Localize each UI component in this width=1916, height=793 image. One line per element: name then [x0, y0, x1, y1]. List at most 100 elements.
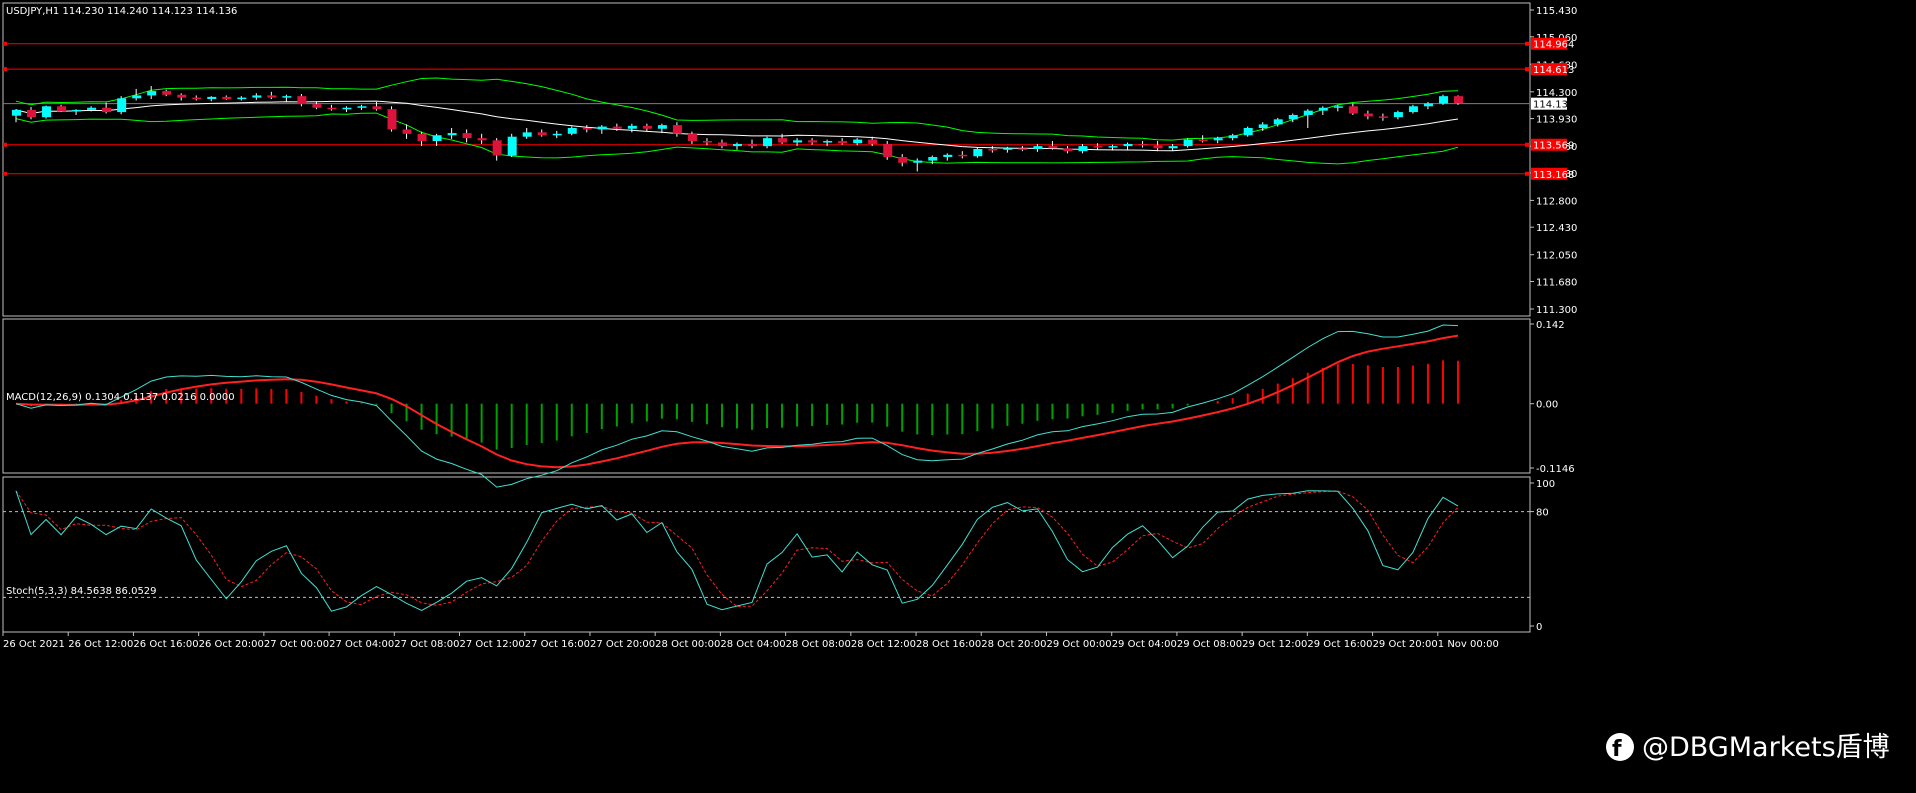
time-tick-label: 29 Oct 04:00 [1112, 639, 1177, 650]
candle-body [853, 139, 863, 144]
macd-tick-label: -0.1146 [1536, 464, 1575, 475]
candle-body [627, 125, 637, 129]
time-tick-label: 26 Oct 2021 [3, 639, 65, 650]
level-price-label: 114.613 [1533, 65, 1574, 76]
chart-frames [2, 2, 1531, 633]
candle-body [282, 96, 292, 98]
level-anchor [1525, 67, 1529, 72]
candle-body [207, 96, 217, 100]
candle-body [147, 91, 157, 96]
level-anchor [3, 171, 7, 176]
candle-body [267, 95, 277, 98]
candle-body [27, 109, 37, 118]
candle-body [1198, 139, 1208, 142]
candle-body [612, 126, 622, 129]
level-anchor [3, 67, 7, 72]
candle-body [733, 143, 742, 147]
price-tick-label: 114.300 [1536, 88, 1577, 99]
candle-body [432, 135, 442, 142]
candle-body [1303, 110, 1313, 115]
candle-body [57, 106, 67, 112]
candle-body [763, 138, 773, 147]
time-tick-label: 26 Oct 20:00 [199, 639, 264, 650]
level-anchor [3, 142, 7, 147]
candle-body [1228, 135, 1238, 139]
level-price-label: 113.569 [1533, 141, 1574, 152]
candle-body [988, 149, 998, 151]
candle-body [898, 156, 908, 163]
candle-body [823, 141, 833, 143]
candle-body [1273, 119, 1283, 125]
candle-body [1438, 96, 1448, 104]
candle-body [1333, 106, 1343, 108]
stoch-main-line [15, 490, 1459, 612]
time-tick-label: 27 Oct 16:00 [525, 639, 590, 650]
level-price-label: 113.168 [1533, 170, 1574, 181]
level-anchor [1525, 41, 1529, 46]
candle-body [177, 94, 187, 98]
candle-body [552, 133, 562, 136]
stochastic-panel[interactable] [3, 490, 1530, 612]
time-tick-label: 27 Oct 04:00 [329, 639, 394, 650]
candle-body [1454, 96, 1463, 104]
candle-body [1288, 114, 1298, 120]
candle-body [252, 95, 262, 98]
candle-body [1318, 107, 1328, 111]
time-tick-label: 29 Oct 20:00 [1373, 639, 1438, 650]
candle-body [657, 125, 667, 129]
macd-panel[interactable] [15, 324, 1459, 488]
candle-body [72, 109, 82, 112]
candle-body [1048, 146, 1058, 149]
candle-body [522, 132, 532, 137]
bollinger-upper-band [15, 77, 1459, 141]
time-tick-label: 27 Oct 20:00 [590, 639, 655, 650]
price-panel[interactable] [3, 41, 1530, 176]
candle-body [1393, 112, 1403, 118]
current-price-label: 114.136 [1533, 100, 1574, 111]
candle-body [1168, 146, 1178, 149]
time-tick-label: 28 Oct 08:00 [786, 639, 851, 650]
time-tick-label: 28 Oct 12:00 [851, 639, 916, 650]
candle-body [237, 97, 247, 100]
panel-frame [2, 476, 1531, 633]
time-tick-label: 28 Oct 16:00 [916, 639, 981, 650]
candle-body [672, 125, 682, 134]
stochastic-header: Stoch(5,3,3) 84.5638 86.0529 [6, 586, 157, 597]
candle-body [1063, 148, 1073, 152]
stoch-tick-label: 100 [1536, 479, 1555, 490]
stoch-tick-label: 80 [1536, 508, 1549, 519]
candle-body [582, 128, 592, 130]
price-tick-label: 115.430 [1536, 6, 1577, 17]
time-tick-label: 29 Oct 00:00 [1046, 639, 1111, 650]
watermark: f @DBGMarkets盾博 [1606, 732, 1890, 763]
weibo-logo-glyph: f [1612, 737, 1622, 762]
macd-header: MACD(12,26,9) 0.1304 0.1137 0.0216 0.000… [6, 392, 235, 403]
time-tick-label: 27 Oct 00:00 [264, 639, 329, 650]
candle-body [447, 133, 457, 136]
candle-body [1153, 145, 1163, 149]
stoch-tick-label: 0 [1536, 622, 1542, 633]
candle-body [477, 138, 487, 141]
candle-body [387, 109, 397, 130]
candle-body [492, 140, 502, 156]
candle-body [402, 129, 412, 134]
level-anchor [3, 41, 7, 46]
candle-body [943, 154, 953, 157]
candle-body [687, 133, 697, 142]
candle-body [567, 128, 577, 134]
candle-body [748, 143, 758, 147]
panel-frame [2, 2, 1531, 317]
candle-body [1363, 113, 1373, 117]
candle-body [1078, 146, 1088, 152]
candle-body [327, 107, 337, 110]
time-tick-label: 28 Oct 04:00 [720, 639, 785, 650]
candle-body [372, 106, 382, 110]
time-tick-label: 26 Oct 12:00 [68, 639, 133, 650]
time-tick-label: 29 Oct 16:00 [1307, 639, 1372, 650]
macd-tick-label: 0.142 [1536, 320, 1565, 331]
candle-body [838, 141, 848, 144]
level-anchor [1525, 171, 1529, 176]
candle-body [778, 138, 788, 143]
candle-body [312, 104, 322, 108]
time-tick-label: 28 Oct 00:00 [655, 639, 720, 650]
